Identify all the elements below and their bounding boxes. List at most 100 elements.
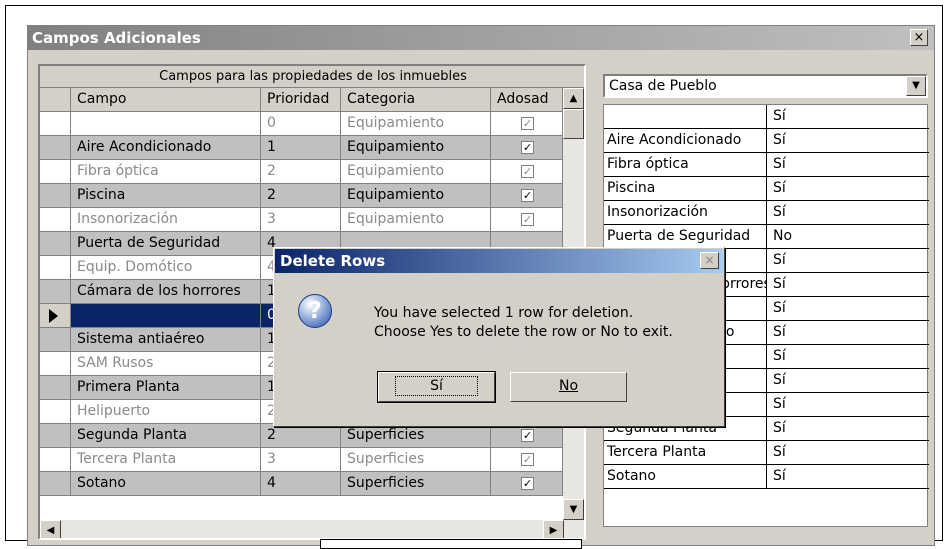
cell-adosado[interactable]: ✓: [491, 208, 563, 232]
row-selector[interactable]: [40, 424, 71, 448]
list-item[interactable]: Puerta de Seguridad No: [604, 225, 929, 249]
cell-campo[interactable]: Fibra óptica: [71, 160, 261, 184]
column-header-campo[interactable]: Campo: [71, 88, 261, 112]
cell-categoria[interactable]: Equipamiento: [341, 112, 491, 136]
cell-categoria[interactable]: Equipamiento: [341, 136, 491, 160]
cell-prioridad[interactable]: 2: [261, 184, 341, 208]
cell-campo[interactable]: Sistema antiaéreo: [71, 328, 261, 352]
property-field-value[interactable]: Sí: [768, 177, 928, 200]
scroll-left-button[interactable]: ◀: [40, 520, 61, 538]
property-field-value[interactable]: Sí: [768, 273, 928, 296]
cell-adosado[interactable]: ✓: [491, 136, 563, 160]
checkbox[interactable]: ✓: [521, 165, 534, 178]
row-selector[interactable]: [40, 400, 71, 424]
row-selector[interactable]: [40, 280, 71, 304]
cell-campo[interactable]: Helipuerto: [71, 400, 261, 424]
property-field-value[interactable]: Sí: [768, 465, 928, 488]
table-row[interactable]: Insonorización 3 Equipamiento ✓: [40, 208, 563, 232]
row-selector[interactable]: [40, 328, 71, 352]
cell-adosado[interactable]: ✓: [491, 424, 563, 448]
checkbox[interactable]: ✓: [521, 117, 534, 130]
row-selector[interactable]: [40, 112, 71, 136]
row-selector[interactable]: [40, 208, 71, 232]
property-field-value[interactable]: Sí: [768, 105, 928, 128]
cell-prioridad[interactable]: 3: [261, 208, 341, 232]
checkbox[interactable]: ✓: [521, 189, 534, 202]
list-item[interactable]: Fibra óptica Sí: [604, 153, 929, 177]
property-field-value[interactable]: Sí: [768, 297, 928, 320]
cell-campo[interactable]: Cámara de los horrores: [71, 280, 261, 304]
property-field-value[interactable]: No: [768, 225, 928, 248]
checkbox[interactable]: ✓: [521, 429, 534, 442]
checkbox[interactable]: ✓: [521, 453, 534, 466]
property-field-value[interactable]: Sí: [768, 153, 928, 176]
cell-campo[interactable]: [71, 112, 261, 136]
row-selector[interactable]: [40, 184, 71, 208]
cell-adosado[interactable]: ✓: [491, 448, 563, 472]
row-selector[interactable]: [40, 256, 71, 280]
cell-campo[interactable]: Insonorización: [71, 208, 261, 232]
property-type-dropdown-button[interactable]: ▼: [906, 76, 926, 96]
cell-prioridad[interactable]: 0: [261, 112, 341, 136]
table-row[interactable]: Sotano 4 Superficies ✓: [40, 472, 563, 496]
row-selector[interactable]: [40, 160, 71, 184]
list-item[interactable]: Sí: [604, 105, 929, 129]
cell-prioridad[interactable]: 1: [261, 136, 341, 160]
cell-adosado[interactable]: ✓: [491, 112, 563, 136]
list-item[interactable]: Aire Acondicionado Sí: [604, 129, 929, 153]
property-field-value[interactable]: Sí: [768, 129, 928, 152]
table-row[interactable]: 0 Equipamiento ✓: [40, 112, 563, 136]
table-row[interactable]: Tercera Planta 3 Superficies ✓: [40, 448, 563, 472]
row-selector[interactable]: [40, 448, 71, 472]
row-selector[interactable]: [40, 136, 71, 160]
table-row[interactable]: Aire Acondicionado 1 Equipamiento ✓: [40, 136, 563, 160]
cell-campo[interactable]: Equip. Domótico: [71, 256, 261, 280]
cell-categoria[interactable]: Superficies: [341, 424, 491, 448]
list-item[interactable]: Insonorización Sí: [604, 201, 929, 225]
property-field-value[interactable]: Sí: [768, 369, 928, 392]
row-selector[interactable]: [40, 352, 71, 376]
cell-categoria[interactable]: Superficies: [341, 472, 491, 496]
cell-prioridad[interactable]: 4: [261, 472, 341, 496]
property-field-value[interactable]: Sí: [768, 417, 928, 440]
checkbox[interactable]: ✓: [521, 477, 534, 490]
cell-categoria[interactable]: Superficies: [341, 448, 491, 472]
list-item[interactable]: Piscina Sí: [604, 177, 929, 201]
scroll-down-button[interactable]: ▼: [563, 499, 584, 520]
scroll-right-button[interactable]: ▶: [543, 520, 564, 538]
column-header-prioridad[interactable]: Prioridad: [261, 88, 341, 112]
table-row[interactable]: Segunda Planta 2 Superficies ✓: [40, 424, 563, 448]
cell-campo[interactable]: Tercera Planta: [71, 448, 261, 472]
property-field-value[interactable]: Sí: [768, 345, 928, 368]
table-row[interactable]: Fibra óptica 2 Equipamiento ✓: [40, 160, 563, 184]
cell-adosado[interactable]: ✓: [491, 184, 563, 208]
row-selector[interactable]: [40, 376, 71, 400]
window-close-button[interactable]: ×: [910, 29, 928, 46]
scroll-up-button[interactable]: ▲: [563, 88, 584, 109]
no-button[interactable]: No: [510, 372, 627, 402]
scroll-thumb[interactable]: [563, 109, 584, 139]
cell-campo[interactable]: Piscina: [71, 184, 261, 208]
row-selector[interactable]: [40, 304, 71, 328]
row-selector[interactable]: [40, 232, 71, 256]
cell-campo[interactable]: Aire Acondicionado: [71, 136, 261, 160]
cell-prioridad[interactable]: 3: [261, 448, 341, 472]
column-header-categoria[interactable]: Categoria: [341, 88, 491, 112]
checkbox[interactable]: ✓: [521, 141, 534, 154]
cell-adosado[interactable]: ✓: [491, 472, 563, 496]
cell-campo[interactable]: Segunda Planta: [71, 424, 261, 448]
cell-campo[interactable]: [71, 304, 261, 328]
list-item[interactable]: Sotano Sí: [604, 465, 929, 489]
row-selector[interactable]: [40, 472, 71, 496]
property-field-value[interactable]: Sí: [768, 321, 928, 344]
cell-campo[interactable]: Puerta de Seguridad: [71, 232, 261, 256]
cell-categoria[interactable]: Equipamiento: [341, 184, 491, 208]
property-field-value[interactable]: Sí: [768, 441, 928, 464]
cell-campo[interactable]: Primera Planta: [71, 376, 261, 400]
table-row[interactable]: Piscina 2 Equipamiento ✓: [40, 184, 563, 208]
cell-campo[interactable]: SAM Rusos: [71, 352, 261, 376]
property-type-select[interactable]: Casa de Pueblo ▼: [603, 74, 928, 98]
property-field-value[interactable]: Sí: [768, 249, 928, 272]
yes-button[interactable]: Sí: [377, 371, 496, 403]
cell-categoria[interactable]: Equipamiento: [341, 208, 491, 232]
